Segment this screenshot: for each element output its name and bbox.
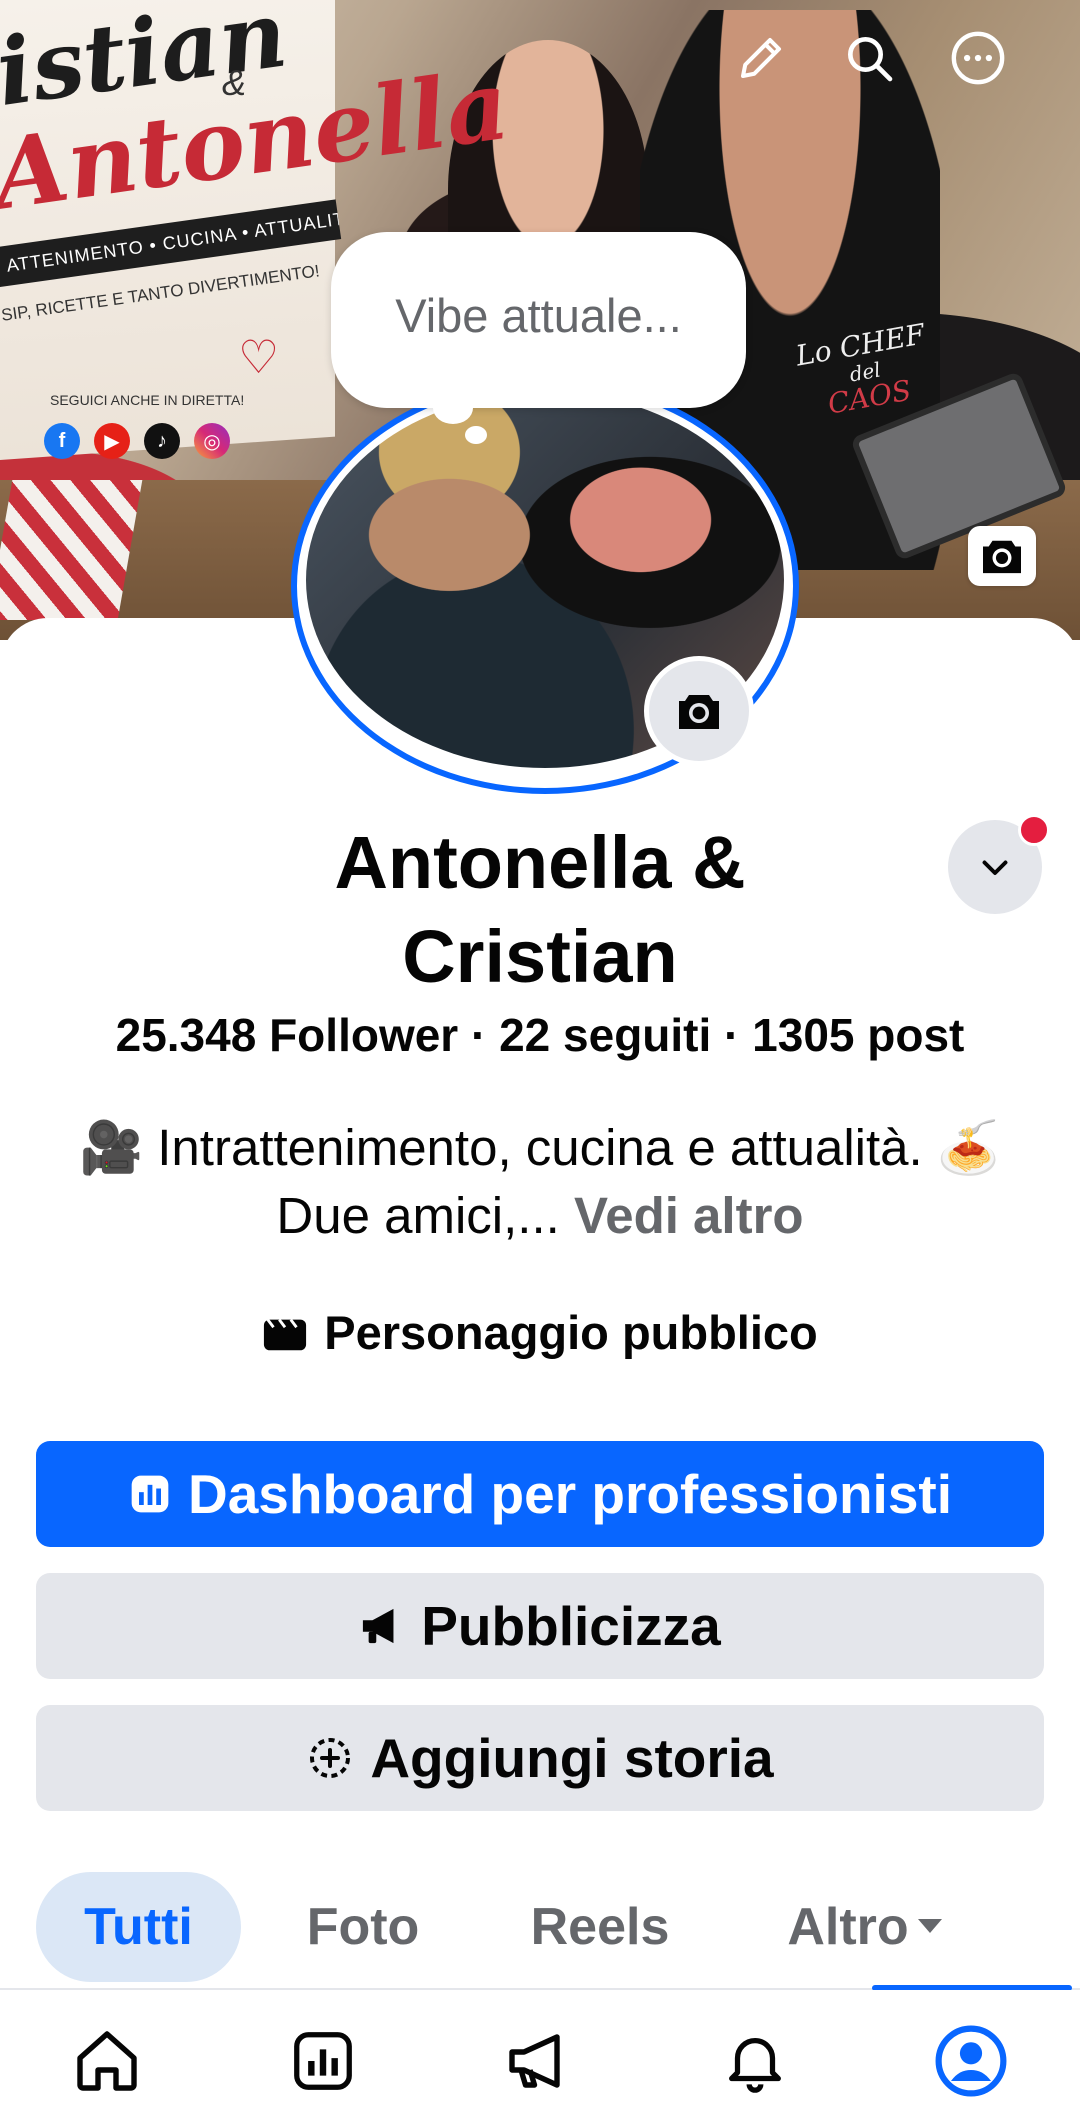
more-icon[interactable] [946,26,1010,90]
see-more-link[interactable]: Vedi altro [574,1187,804,1244]
edit-cover-camera-icon[interactable] [968,526,1036,586]
bottom-navigation [0,1990,1080,2128]
tiktok-icon: ♪ [144,423,180,459]
promote-button[interactable]: Pubblicizza [36,1573,1044,1679]
notification-dot [1018,814,1050,846]
facebook-icon: f [44,423,80,459]
search-icon[interactable] [837,26,901,90]
vibe-bubble-tail [433,392,473,424]
professional-dashboard-button[interactable]: Dashboard per professionisti [36,1441,1044,1547]
tab-all[interactable]: Tutti [36,1872,241,1982]
profile-icon [935,2025,1007,2097]
edit-profile-picture-camera-icon[interactable] [644,656,754,766]
tab-photos[interactable]: Foto [283,1872,443,1982]
clapperboard-icon [264,1318,307,1350]
nav-profile[interactable] [926,2016,1016,2106]
nav-dashboard[interactable] [278,2016,368,2106]
dashboard-button-label: Dashboard per professionisti [187,1463,953,1525]
cover-follow-text: SEGUICI ANCHE IN DIRETTA! [50,392,245,408]
tab-more[interactable]: Altro [765,1872,965,1982]
profile-bio: 🎥 Intrattenimento, cucina e attualità. 🍝… [30,1114,1050,1250]
profile-stats[interactable]: 25.348 Follower · 22 seguiti · 1305 post [0,1008,1080,1062]
nav-notifications[interactable] [710,2016,800,2106]
add-story-button-label: Aggiungi storia [370,1727,774,1789]
bio-text: 🎥 Intrattenimento, cucina e attualità. 🍝… [79,1119,1001,1244]
instagram-icon: ◎ [194,423,230,459]
home-icon [77,2031,137,2091]
nav-home[interactable] [62,2016,152,2106]
promote-button-label: Pubblicizza [421,1595,721,1657]
megaphone-icon [509,2034,560,2088]
vibe-bubble-tail-small [465,426,487,444]
tab-reels[interactable]: Reels [510,1872,690,1982]
add-story-button[interactable]: Aggiungi storia [36,1705,1044,1811]
bell-icon [729,2037,781,2093]
category-label: Personaggio pubblico [324,1306,818,1359]
megaphone-icon [363,1608,394,1644]
cover-socials: f ▶ ♪ ◎ [44,423,230,459]
heart-icon: ♡ [238,331,280,383]
edit-icon[interactable] [729,26,793,90]
vibe-placeholder: Vibe attuale... [395,289,682,342]
profile-tabs: Tutti Foto Reels Altro [0,1872,1080,1982]
add-story-icon [310,1738,351,1778]
youtube-icon: ▶ [94,423,130,459]
caret-down-icon [917,1919,942,1933]
nav-ads[interactable] [494,2016,584,2106]
chevron-down-icon [982,860,1008,875]
profile-category: Personaggio pubblico [0,1305,1080,1360]
dashboard-icon [131,1475,169,1513]
dashboard-icon [294,2032,352,2090]
profile-name: Antonella & Cristian [334,821,746,998]
cover-tablecloth [0,480,143,620]
